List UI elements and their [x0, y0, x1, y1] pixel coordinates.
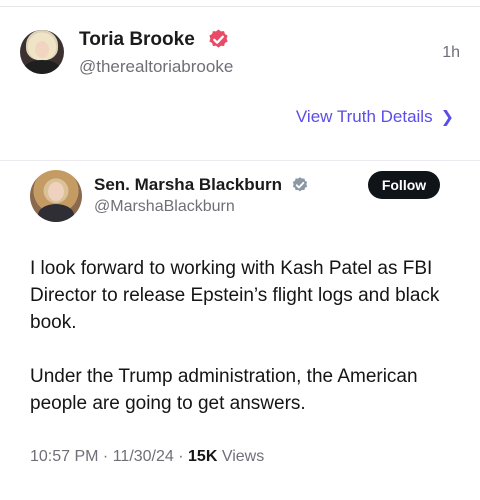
tweet-date: 11/30/24	[112, 448, 174, 465]
author-handle[interactable]: @therealtoriabrooke	[79, 57, 233, 77]
avatar-face	[35, 41, 49, 58]
follow-button[interactable]: Follow	[368, 171, 440, 199]
author-name[interactable]: Toria Brooke	[79, 29, 195, 51]
truth-header: Toria Brooke @therealtoriabrooke 1h View…	[0, 0, 480, 140]
view-truth-details-link[interactable]: View Truth Details ❯	[296, 107, 454, 127]
tweet-time: 10:57 PM	[30, 448, 99, 465]
avatar-shoulders	[24, 60, 60, 74]
verified-badge-icon	[209, 29, 228, 48]
tweet-paragraph: Under the Trump administration, the Amer…	[30, 366, 418, 414]
view-truth-details-label: View Truth Details	[295, 107, 433, 126]
views-label: Views	[221, 448, 265, 465]
tweet-text: I look forward to working with Kash Pate…	[30, 255, 460, 417]
tweet-paragraph: I look forward to working with Kash Pate…	[30, 258, 440, 333]
tweet-author-handle[interactable]: @MarshaBlackburn	[94, 198, 235, 216]
tweet-avatar[interactable]	[30, 170, 82, 222]
chevron-right-icon: ❯	[440, 109, 454, 126]
tweet-avatar-face	[48, 182, 64, 201]
tweet-avatar-body	[38, 204, 74, 222]
verified-badge-icon	[292, 177, 308, 192]
quoted-tweet-card[interactable]: Sen. Marsha Blackburn @MarshaBlackburn F…	[0, 160, 480, 500]
tweet-divider	[0, 160, 480, 161]
views-count: 15K	[188, 448, 218, 465]
tweet-author-name[interactable]: Sen. Marsha Blackburn	[94, 175, 282, 195]
avatar[interactable]	[20, 30, 64, 74]
tweet-meta: 10:57 PM · 11/30/24 · 15K Views	[30, 448, 265, 465]
post-time: 1h	[442, 44, 460, 61]
